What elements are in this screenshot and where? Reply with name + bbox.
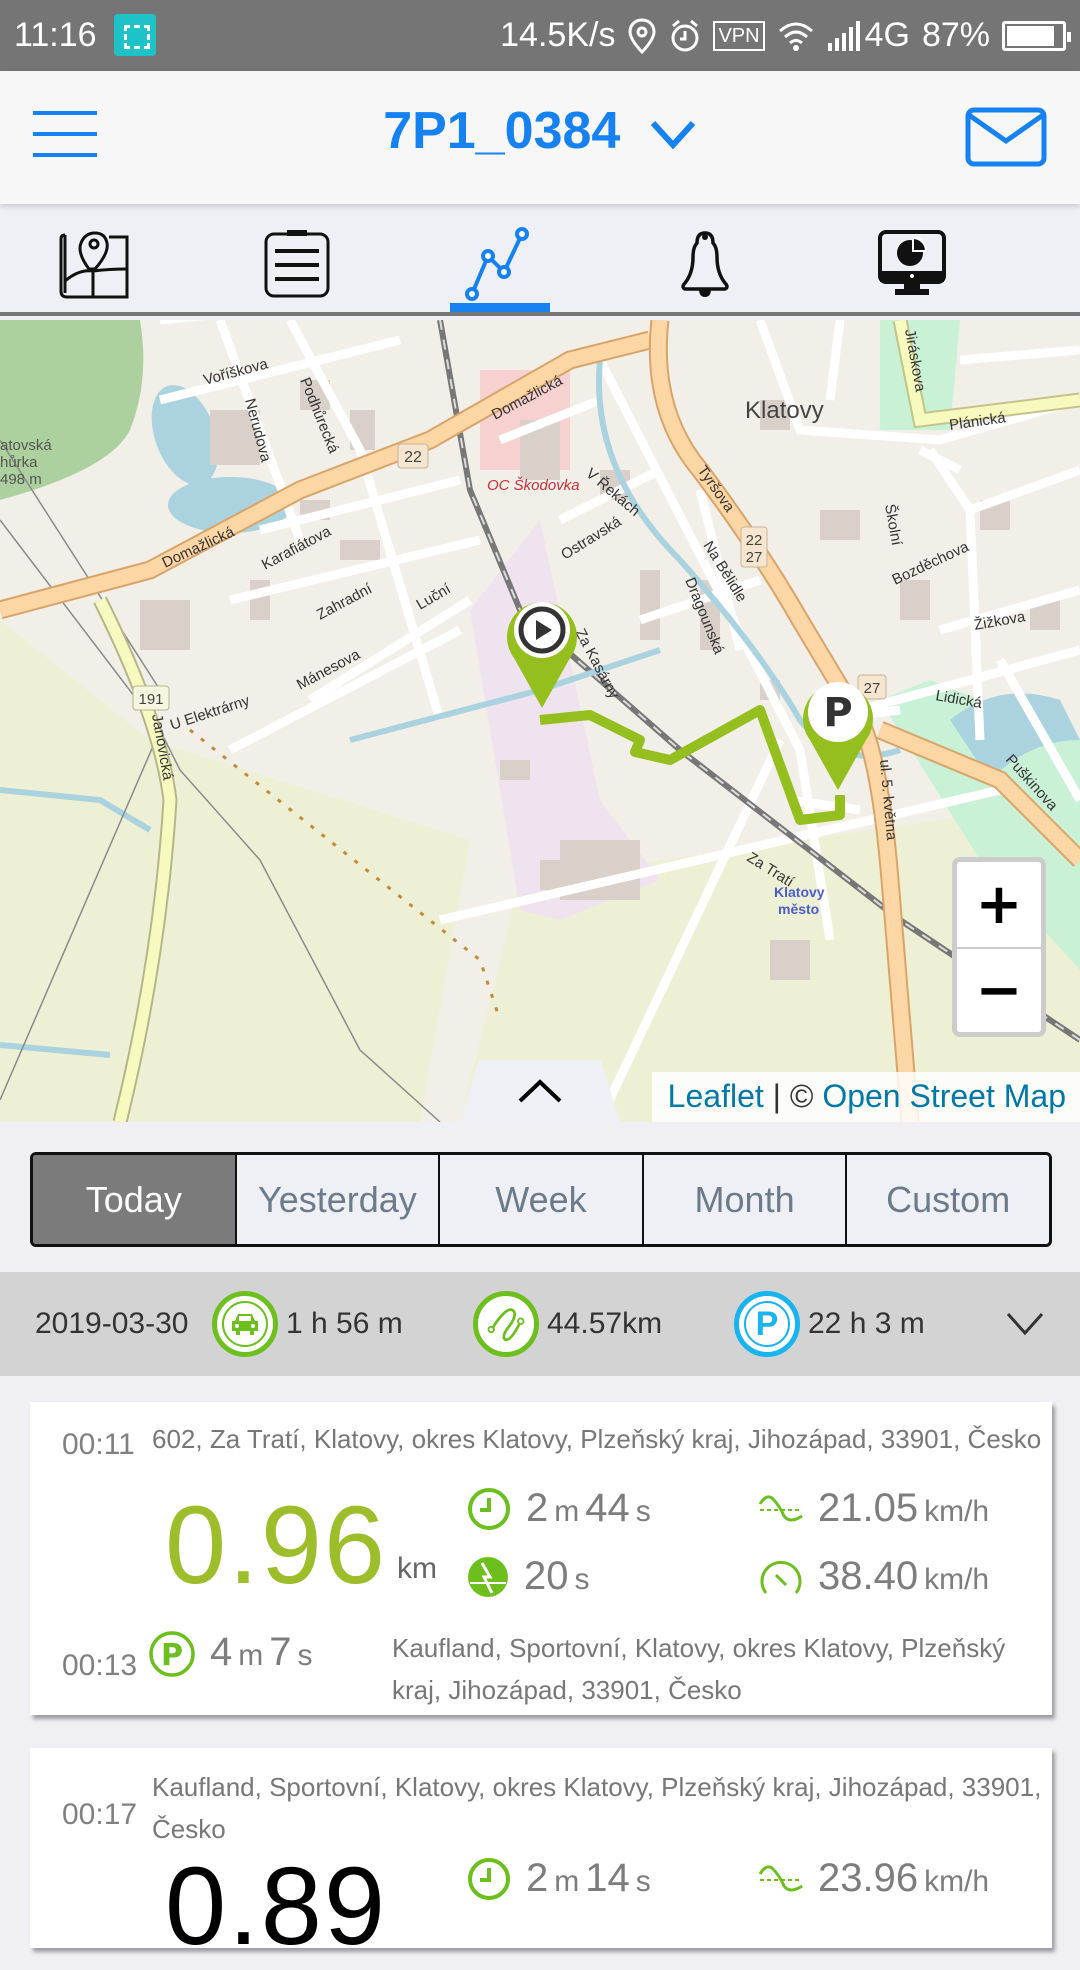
road-shield-22: 22: [397, 443, 429, 469]
trip-start-time: 00:17: [62, 1798, 138, 1831]
svg-text:22: 22: [746, 532, 763, 549]
tab-map[interactable]: [55, 224, 135, 304]
trip-card[interactable]: 00:17 Kaufland, Sportovní, Klatovy, okre…: [30, 1748, 1052, 1968]
svg-text:hůrka: hůrka: [0, 454, 38, 471]
avg-speed-icon: [758, 1864, 803, 1891]
screenshot-icon: [114, 14, 156, 56]
battery-icon: [1002, 20, 1071, 51]
period-selector: Today Yesterday Week Month Custom: [30, 1152, 1052, 1247]
parking-icon: P: [734, 1291, 800, 1357]
osm-link[interactable]: Open Street Map: [822, 1078, 1066, 1114]
svg-text:27: 27: [746, 549, 763, 566]
summary-driving-time: 1 h 56 m: [286, 1307, 403, 1340]
tab-alerts[interactable]: [665, 224, 745, 304]
map-tiles[interactable]: 22 2227 27 191 Klatovy OC Škodovka Klato…: [0, 320, 1080, 1122]
period-today[interactable]: Today: [33, 1155, 235, 1244]
battery-fill: [1007, 25, 1054, 46]
location-icon: [628, 17, 656, 54]
period-week[interactable]: Week: [438, 1155, 642, 1244]
chevron-up-icon: [518, 1079, 562, 1103]
period-custom[interactable]: Custom: [845, 1155, 1049, 1244]
network-type: 4G: [864, 16, 910, 54]
day-summary[interactable]: 2019-03-30 1 h 56 m 44.57km P 22 h 3 m: [0, 1272, 1080, 1376]
period-month[interactable]: Month: [641, 1155, 846, 1244]
clock-icon: [468, 1488, 510, 1530]
collapse-map-button[interactable]: [460, 1060, 620, 1122]
trip-parking-duration: P 4m7s: [148, 1630, 313, 1678]
map-zoom-control: + −: [952, 857, 1046, 1037]
svg-text:27: 27: [864, 680, 881, 697]
wifi-icon: [778, 22, 813, 51]
clipboard-list-icon: [264, 230, 330, 298]
avg-speed-icon: [758, 1494, 803, 1521]
line-chart-icon: [465, 227, 529, 301]
alarm-icon: [671, 19, 699, 51]
parking-icon: P: [149, 1631, 195, 1677]
zoom-in-button[interactable]: +: [957, 862, 1041, 947]
svg-text:atovská: atovská: [0, 437, 52, 454]
map-attribution: Leaflet | © Open Street Map: [651, 1072, 1080, 1122]
idle-icon: [468, 1556, 508, 1597]
signal-icon: [827, 20, 860, 51]
trip-distance: 0.89: [165, 1845, 388, 1968]
svg-text:Klatovy: Klatovy: [745, 397, 824, 424]
main-tab-bar: [0, 204, 1080, 316]
vpn-badge: VPN: [713, 20, 765, 51]
speedometer-icon: [760, 1560, 802, 1594]
svg-text:město: město: [778, 901, 819, 917]
tab-list[interactable]: [257, 224, 337, 304]
svg-text:191: 191: [138, 691, 163, 708]
vehicle-title: 7P1_0384: [383, 102, 621, 160]
status-bar: 11:16 14.5K/s VPN 4G 87%: [0, 0, 1080, 71]
parking-icon: P: [823, 690, 852, 736]
trip-distance: 0.96: [165, 1484, 388, 1607]
road-shield-191: 191: [132, 685, 170, 711]
trip-start-address: Kaufland, Sportovní, Klatovy, okres Klat…: [152, 1772, 1042, 1844]
trip-duration: 2 m 14 s: [466, 1856, 651, 1902]
envelope-icon[interactable]: [965, 107, 1047, 167]
status-time: 11:16: [14, 16, 97, 54]
bell-icon: [681, 231, 729, 297]
map-pin-icon: [59, 231, 129, 299]
app-header: 7P1_0384: [0, 71, 1080, 204]
chevron-down-icon: [650, 121, 696, 150]
clock-icon: [468, 1858, 510, 1900]
trip-avg-speed: 21.05 km/h: [758, 1486, 989, 1531]
zoom-out-button[interactable]: −: [957, 947, 1041, 1032]
summary-date: 2019-03-30: [35, 1307, 189, 1340]
trip-avg-speed: 23.96 km/h: [758, 1856, 989, 1901]
trip-idle-time: 20 s: [466, 1554, 590, 1599]
summary-parking-time: 22 h 3 m: [808, 1307, 925, 1340]
attribution-separator: | ©: [763, 1078, 823, 1114]
chevron-down-icon[interactable]: [1006, 1312, 1044, 1336]
road-shield-22-27: 2227: [740, 526, 768, 568]
leaflet-link[interactable]: Leaflet: [668, 1078, 764, 1114]
svg-text:498 m: 498 m: [0, 471, 42, 488]
svg-text:P: P: [161, 1638, 183, 1673]
summary-distance: 44.57km: [547, 1307, 663, 1340]
trip-start-time: 00:11: [62, 1428, 135, 1461]
map-view[interactable]: 22 22 27 27 191 Klatovy OC Škodovka Klato…: [0, 320, 1080, 1122]
battery-percent: 87%: [921, 16, 990, 54]
trip-duration: 2 m 44 s: [466, 1486, 651, 1532]
trip-start-address: 602, Za Tratí, Klatovy, okres Klatovy, P…: [152, 1424, 1042, 1454]
period-yesterday[interactable]: Yesterday: [234, 1155, 439, 1244]
tab-trips[interactable]: [450, 224, 550, 312]
svg-text:OC Škodovka: OC Škodovka: [487, 477, 580, 494]
route-icon: [473, 1291, 539, 1357]
car-icon: [212, 1291, 278, 1357]
tab-reports[interactable]: [872, 224, 952, 304]
trip-distance-unit: km: [397, 1552, 437, 1585]
net-speed: 14.5K/s: [500, 16, 616, 54]
monitor-pie-chart-icon: [878, 230, 946, 295]
trip-max-speed: 38.40 km/h: [758, 1554, 989, 1599]
trip-end-time: 00:13: [62, 1649, 138, 1682]
trip-end-address: Kaufland, Sportovní, Klatovy, okres Klat…: [392, 1633, 1006, 1705]
trip-card[interactable]: 00:11 602, Za Tratí, Klatovy, okres Klat…: [30, 1402, 1052, 1715]
svg-text:22: 22: [404, 449, 422, 466]
vehicle-selector[interactable]: 7P1_0384: [0, 101, 1080, 161]
